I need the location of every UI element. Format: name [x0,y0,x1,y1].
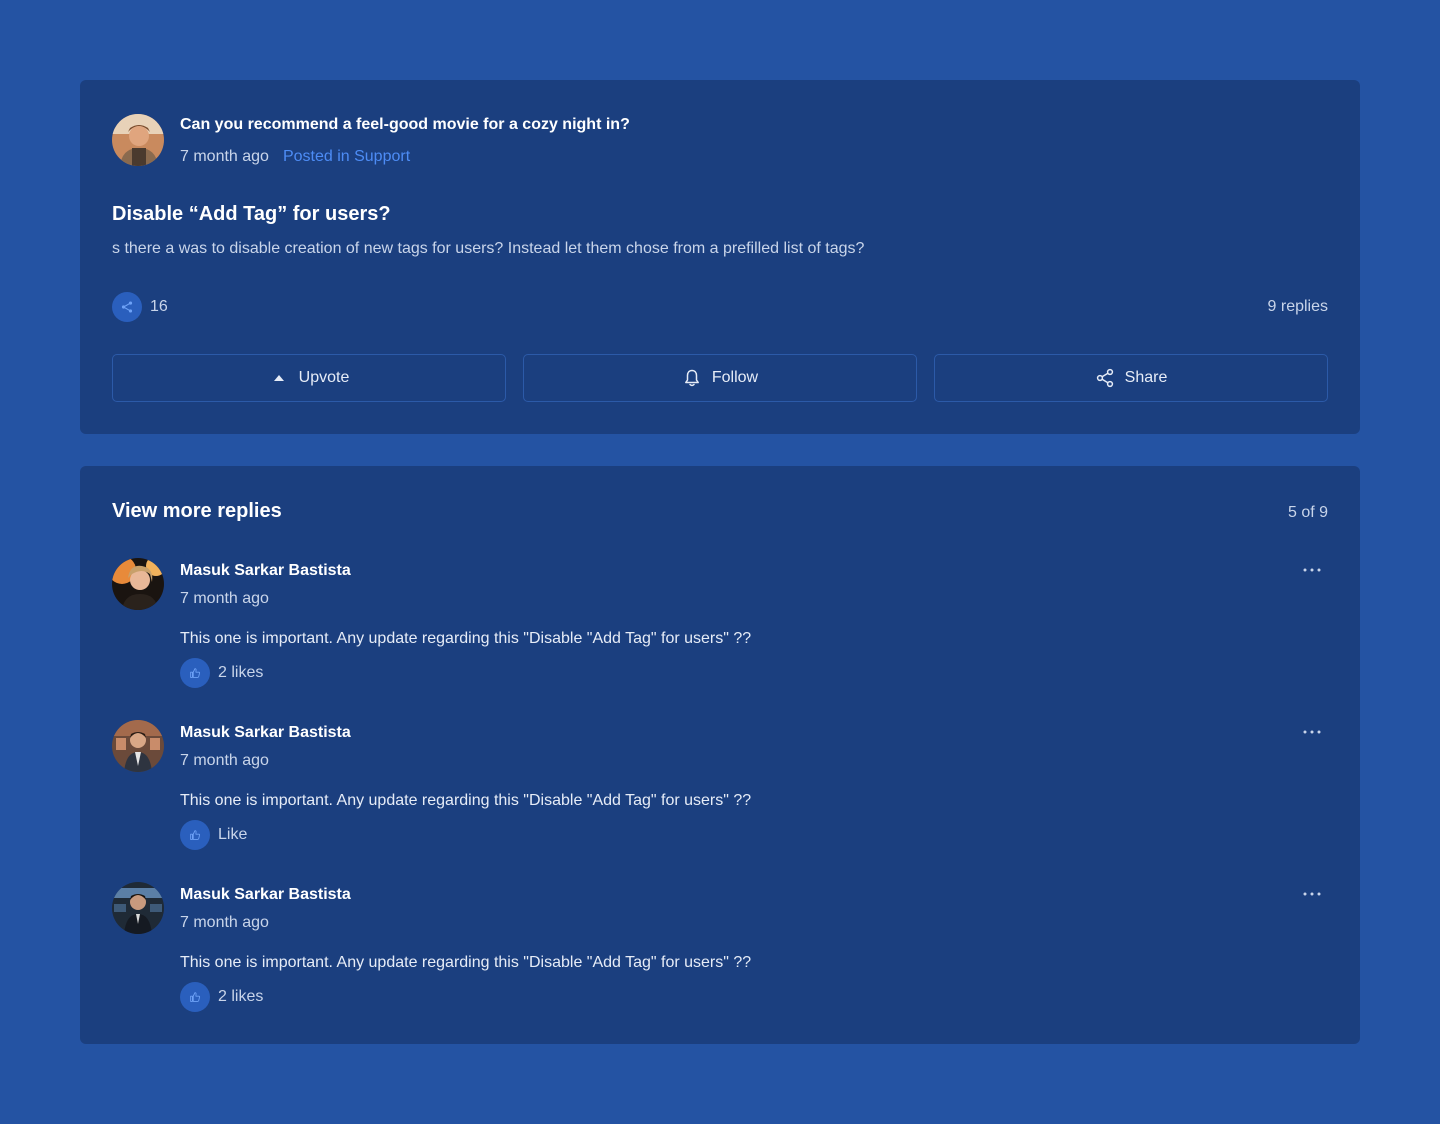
reply-item: Masuk Sarkar Bastista 7 month ago This o… [112,558,1328,698]
ellipsis-icon [1303,892,1321,896]
reply-author-name[interactable]: Masuk Sarkar Bastista [180,562,351,580]
reply-author-name[interactable]: Masuk Sarkar Bastista [180,724,351,742]
share-count: 16 [150,298,168,315]
upvote-label: Upvote [298,369,350,386]
reply-avatar[interactable] [112,558,164,610]
post-category-link[interactable]: Posted in Support [283,148,410,165]
like-count: 2 likes [218,988,264,1005]
reply-body: This one is important. Any update regard… [180,954,752,971]
share-icon [112,292,142,322]
follow-button[interactable]: Follow [523,354,917,402]
more-options-button[interactable] [1296,882,1328,906]
share-icon [1096,368,1113,388]
bell-icon [684,369,699,387]
replies-pager: 5 of 9 [1287,504,1328,521]
reply-author-name[interactable]: Masuk Sarkar Bastista [180,886,351,904]
reply-time: 7 month ago [180,590,269,607]
ellipsis-icon [1303,730,1321,734]
share-label: Share [1124,369,1168,386]
reply-avatar[interactable] [112,720,164,772]
post-card: Can you recommend a feel-good movie for … [80,80,1360,434]
replies-count[interactable]: 9 replies [1268,298,1328,316]
more-options-button[interactable] [1296,720,1328,744]
question-title: Disable “Add Tag” for users? [112,203,391,225]
thumbs-up-icon [180,982,210,1012]
like-count: Like [218,826,248,843]
thumbs-up-icon [180,820,210,850]
reply-body: This one is important. Any update regard… [180,630,752,647]
like-button[interactable]: 2 likes [180,658,263,688]
like-button[interactable]: Like [180,820,247,850]
post-meta: 7 month ago Posted in Support [180,148,410,166]
share-stat: 16 [112,292,168,322]
reply-avatar[interactable] [112,882,164,934]
action-row: Upvote Follow Share [112,354,1328,402]
reply-body: This one is important. Any update regard… [180,792,752,809]
caret-up-icon [273,375,284,381]
reply-time: 7 month ago [180,752,269,769]
post-time: 7 month ago [180,148,269,165]
like-button[interactable]: 2 likes [180,982,263,1012]
post-title[interactable]: Can you recommend a feel-good movie for … [180,116,630,134]
author-avatar[interactable] [112,114,164,166]
more-options-button[interactable] [1296,558,1328,582]
upvote-button[interactable]: Upvote [112,354,506,402]
share-button[interactable]: Share [934,354,1328,402]
replies-heading: View more replies [112,500,282,522]
question-body: s there a was to disable creation of new… [112,240,865,257]
reply-item: Masuk Sarkar Bastista 7 month ago This o… [112,882,1328,1022]
follow-label: Follow [711,369,759,386]
reply-item: Masuk Sarkar Bastista 7 month ago This o… [112,720,1328,860]
replies-card: View more replies 5 of 9 Masuk Sarkar Ba… [80,466,1360,1044]
like-count: 2 likes [218,664,264,681]
reply-time: 7 month ago [180,914,269,931]
ellipsis-icon [1303,568,1321,572]
thumbs-up-icon [180,658,210,688]
